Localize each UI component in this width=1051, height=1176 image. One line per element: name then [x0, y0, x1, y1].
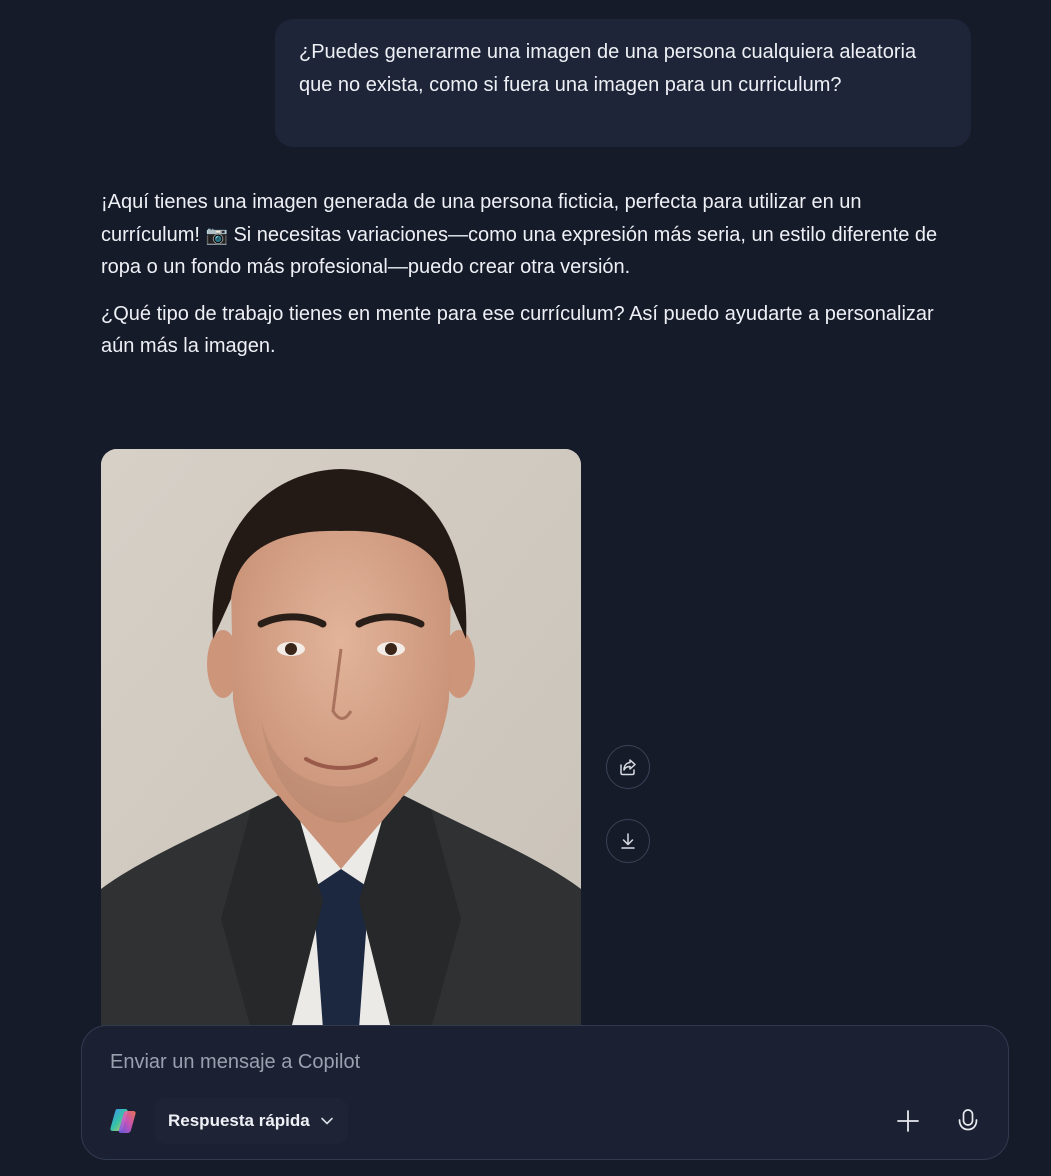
share-icon — [620, 759, 636, 776]
download-button[interactable] — [606, 819, 650, 863]
microphone-icon — [958, 1109, 978, 1131]
response-mode-dropdown[interactable]: Respuesta rápida — [154, 1098, 348, 1144]
assistant-paragraph: ¿Qué tipo de trabajo tienes en mente par… — [101, 302, 934, 358]
microphone-button[interactable] — [951, 1104, 985, 1138]
user-message-text: ¿Puedes generarme una imagen de una pers… — [299, 41, 917, 96]
response-mode-label: Respuesta rápida — [168, 1111, 310, 1130]
user-message-bubble: ¿Puedes generarme una imagen de una pers… — [275, 19, 971, 147]
camera-emoji: 📷 — [205, 224, 228, 245]
message-input[interactable] — [108, 1044, 972, 1080]
generated-image[interactable] — [101, 449, 581, 1029]
portrait-illustration — [101, 449, 581, 1029]
share-button[interactable] — [606, 745, 650, 789]
message-composer: Respuesta rápida — [81, 1025, 1009, 1160]
assistant-paragraph: ¡Aquí tienes una imagen generada de una … — [101, 186, 951, 284]
download-icon — [621, 833, 635, 849]
chat-page: ¿Puedes generarme una imagen de una pers… — [0, 0, 1051, 1176]
copilot-logo-icon — [110, 1109, 136, 1133]
plus-icon — [897, 1110, 919, 1132]
add-attachment-button[interactable] — [891, 1104, 925, 1138]
assistant-message: ¡Aquí tienes una imagen generada de una … — [101, 186, 951, 377]
chevron-down-icon — [320, 1117, 333, 1125]
